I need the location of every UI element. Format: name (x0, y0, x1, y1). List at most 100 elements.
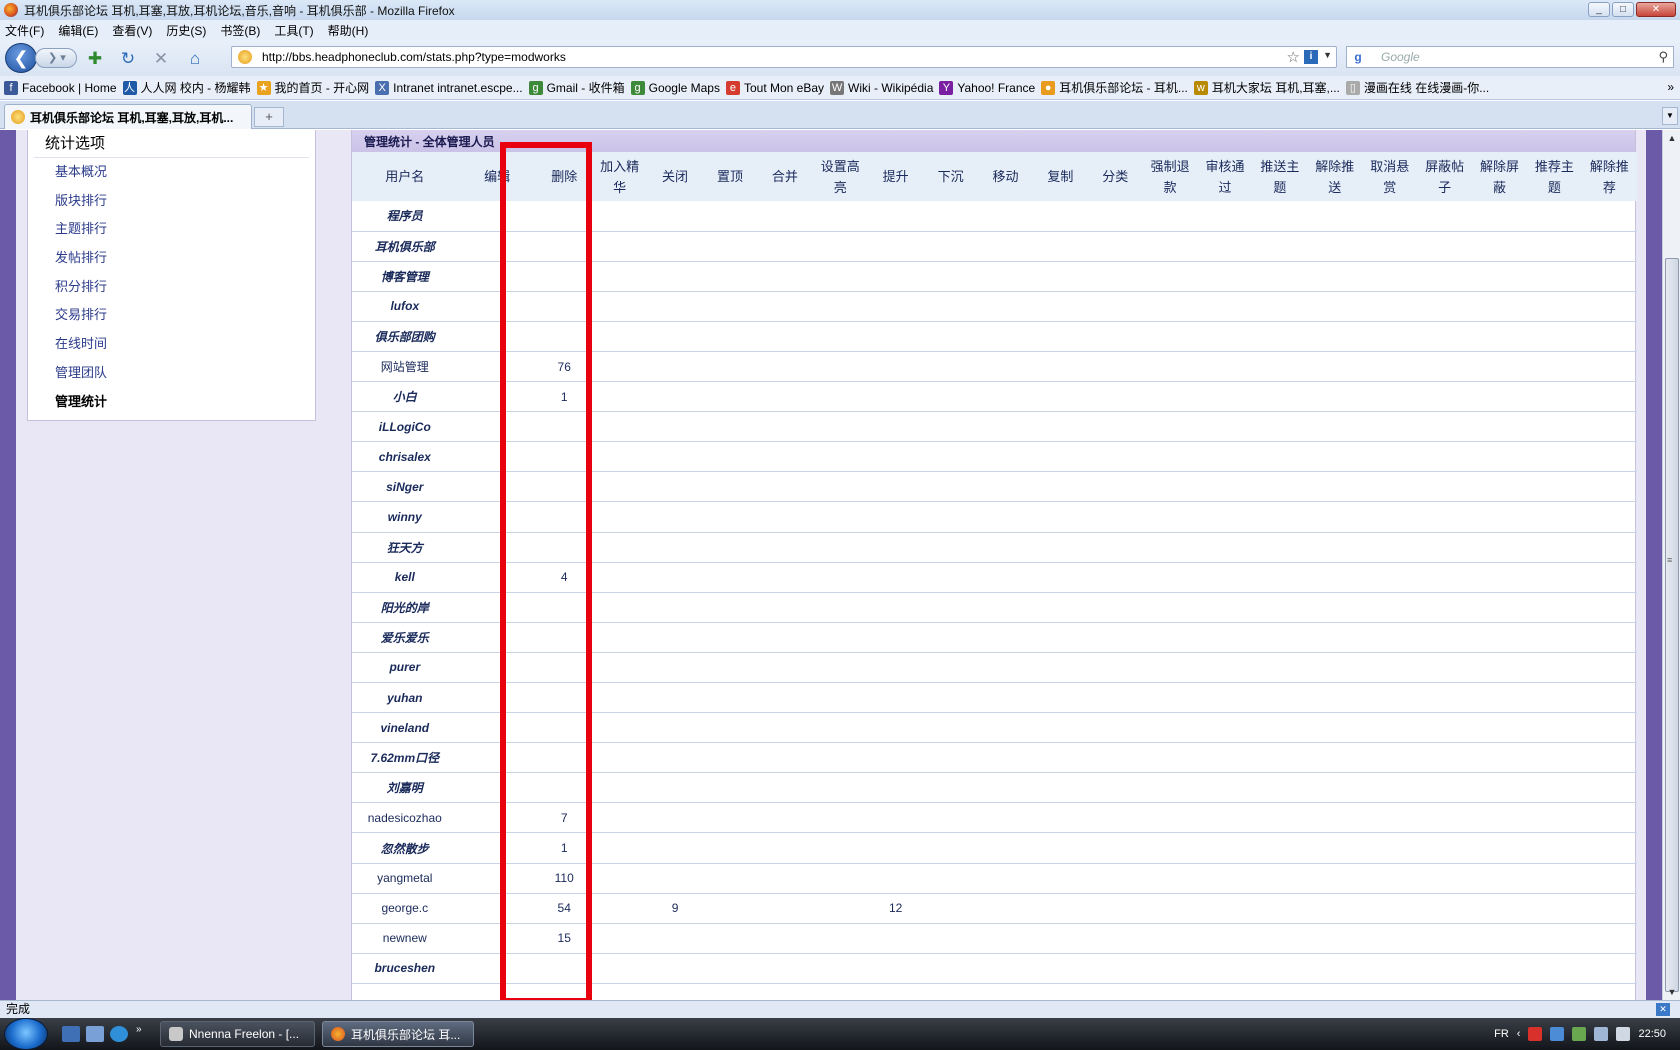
quicklaunch-more-icon[interactable]: » (136, 1024, 154, 1040)
vertical-scrollbar[interactable]: ▲ ≡ ▼ (1662, 130, 1680, 1000)
sidebar-item[interactable]: 在线时间 (28, 330, 315, 359)
menu-tools[interactable]: 工具(T) (273, 22, 314, 39)
username-link[interactable]: chrisalex (352, 441, 458, 473)
bookmark-item[interactable]: X Intranet intranet.escpe... (375, 80, 523, 95)
stat-cell (536, 501, 592, 533)
username-link[interactable]: 网站管理 (352, 351, 458, 383)
username-link[interactable]: 忽然散步 (352, 832, 458, 864)
menu-view[interactable]: 查看(V) (111, 22, 153, 39)
username-link[interactable]: kell (352, 562, 458, 593)
sidebar-item[interactable]: 主题排行 (28, 215, 315, 244)
stat-cell (1087, 923, 1143, 954)
messenger-icon[interactable] (1550, 1027, 1565, 1041)
bookmark-item[interactable]: ▯ 漫画在线 在线漫画-你... (1345, 79, 1489, 96)
menu-edit[interactable]: 编辑(E) (57, 22, 99, 39)
username-link[interactable]: yangmetal (352, 863, 458, 894)
url-dropdown-icon[interactable]: ▼ (1323, 50, 1332, 60)
url-bar[interactable]: http://bbs.headphoneclub.com/stats.php?t… (231, 46, 1337, 68)
status-addon-icon[interactable]: ✕ (1656, 1003, 1670, 1016)
network-icon[interactable] (1594, 1027, 1609, 1041)
page-info-icon[interactable]: i (1304, 50, 1318, 64)
sidebar-item[interactable]: 发帖排行 (28, 244, 315, 273)
tab-headphoneclub[interactable]: 耳机俱乐部论坛 耳机,耳塞,耳放,耳机... (4, 104, 252, 129)
scroll-up-icon[interactable]: ▲ (1663, 130, 1680, 146)
username-link[interactable]: 爱乐爱乐 (352, 622, 458, 653)
menu-help[interactable]: 帮助(H) (327, 22, 370, 39)
show-desktop-icon[interactable] (62, 1026, 80, 1042)
bookmark-item[interactable]: W Wiki - Wikipédia (830, 80, 933, 95)
bookmark-item[interactable]: ● 耳机俱乐部论坛 - 耳机... (1041, 79, 1188, 96)
bookmark-item[interactable]: g Google Maps (630, 80, 720, 95)
username-link[interactable]: yuhan (352, 682, 458, 714)
username-link[interactable]: 刘嘉明 (352, 772, 458, 804)
bookmark-item[interactable]: g Gmail - 收件箱 (528, 79, 625, 96)
username-link[interactable]: george.c (352, 893, 458, 924)
maximize-button[interactable]: □ (1612, 2, 1634, 17)
username-link[interactable]: iLLogiCo (352, 411, 458, 443)
username-link[interactable]: siNger (352, 471, 458, 503)
username-link[interactable]: 7.62mm口径 (352, 742, 458, 774)
menu-file[interactable]: 文件(F) (4, 22, 45, 39)
close-button[interactable]: ✕ (1636, 2, 1676, 17)
sidebar-item[interactable]: 管理统计 (28, 388, 315, 417)
stat-cell (1087, 321, 1143, 352)
username-link[interactable]: 俱乐部团购 (352, 321, 458, 352)
sidebar-item[interactable]: 管理团队 (28, 359, 315, 388)
bookmark-item[interactable]: ★ 我的首页 - 开心网 (256, 79, 369, 96)
google-search-engine-icon[interactable]: g (1347, 47, 1369, 67)
scroll-down-icon[interactable]: ▼ (1663, 984, 1680, 1000)
language-indicator[interactable]: FR (1494, 1028, 1509, 1040)
bookmark-star-icon[interactable]: ☆ (1287, 48, 1300, 66)
sidebar-item[interactable]: 版块排行 (28, 187, 315, 216)
back-button[interactable]: ❮ (5, 43, 37, 73)
stat-cell (1142, 411, 1198, 443)
username-link[interactable]: lufox (352, 291, 458, 322)
username-link[interactable]: 狂天方 (352, 532, 458, 563)
forward-button[interactable]: ❯ ▾ (35, 48, 77, 68)
bookmark-item[interactable]: f Facebook | Home (4, 80, 117, 95)
search-bar[interactable]: g Google ⚲ (1346, 46, 1674, 68)
add-bookmark-icon[interactable]: ✚ (84, 49, 106, 69)
table-row: 程序员 (352, 201, 1637, 232)
username-link[interactable]: bruceshen (352, 953, 458, 984)
menu-history[interactable]: 历史(S) (165, 22, 207, 39)
username-link[interactable]: nadesicozhao (352, 802, 458, 834)
bookmark-item[interactable]: w 耳机大家坛 耳机,耳塞,... (1193, 79, 1340, 96)
home-icon[interactable]: ⌂ (184, 49, 206, 69)
username-link[interactable]: purer (352, 652, 458, 684)
switch-windows-icon[interactable] (86, 1026, 104, 1042)
tray-app-icon[interactable] (1572, 1027, 1587, 1041)
username-link[interactable]: winny (352, 501, 458, 533)
volume-icon[interactable] (1616, 1027, 1631, 1041)
sidebar-item[interactable]: 基本概况 (28, 158, 315, 187)
menu-bookmarks[interactable]: 书签(B) (219, 22, 261, 39)
sidebar-item[interactable]: 积分排行 (28, 273, 315, 302)
stop-icon[interactable]: ✕ (150, 49, 172, 69)
column-header: 移动 (978, 152, 1033, 201)
bookmarks-overflow-icon[interactable]: » (1667, 80, 1674, 94)
internet-explorer-icon[interactable] (110, 1026, 128, 1042)
start-button[interactable] (4, 1018, 48, 1050)
search-icon[interactable]: ⚲ (1658, 49, 1668, 65)
username-link[interactable]: 耳机俱乐部 (352, 231, 458, 262)
bookmark-item[interactable]: Y Yahoo! France (939, 80, 1035, 95)
new-tab-button[interactable]: + (254, 107, 284, 127)
username-link[interactable]: 阳光的岸 (352, 592, 458, 623)
security-alert-icon[interactable] (1528, 1027, 1543, 1041)
search-input[interactable]: Google (1381, 50, 1420, 64)
bookmark-item[interactable]: e Tout Mon eBay (725, 80, 824, 95)
reload-icon[interactable]: ↻ (117, 49, 139, 69)
sidebar-item[interactable]: 交易排行 (28, 301, 315, 330)
taskbar-item-firefox[interactable]: 耳机俱乐部论坛 耳... (322, 1021, 474, 1047)
tray-expand-icon[interactable]: ‹ (1517, 1028, 1521, 1040)
minimize-button[interactable]: _ (1588, 2, 1610, 17)
username-link[interactable]: 小白 (352, 381, 458, 413)
username-link[interactable]: vineland (352, 712, 458, 744)
username-link[interactable]: newnew (352, 923, 458, 954)
bookmark-item[interactable]: 人人人网 校内 - 杨耀韩 (122, 79, 251, 96)
username-link[interactable]: 博客管理 (352, 261, 458, 292)
tab-list-dropdown-icon[interactable]: ▼ (1662, 107, 1678, 125)
taskbar-item-media[interactable]: Nnenna Freelon - [... (160, 1021, 315, 1047)
scrollbar-thumb[interactable] (1665, 258, 1679, 992)
username-link[interactable]: 程序员 (352, 201, 458, 232)
